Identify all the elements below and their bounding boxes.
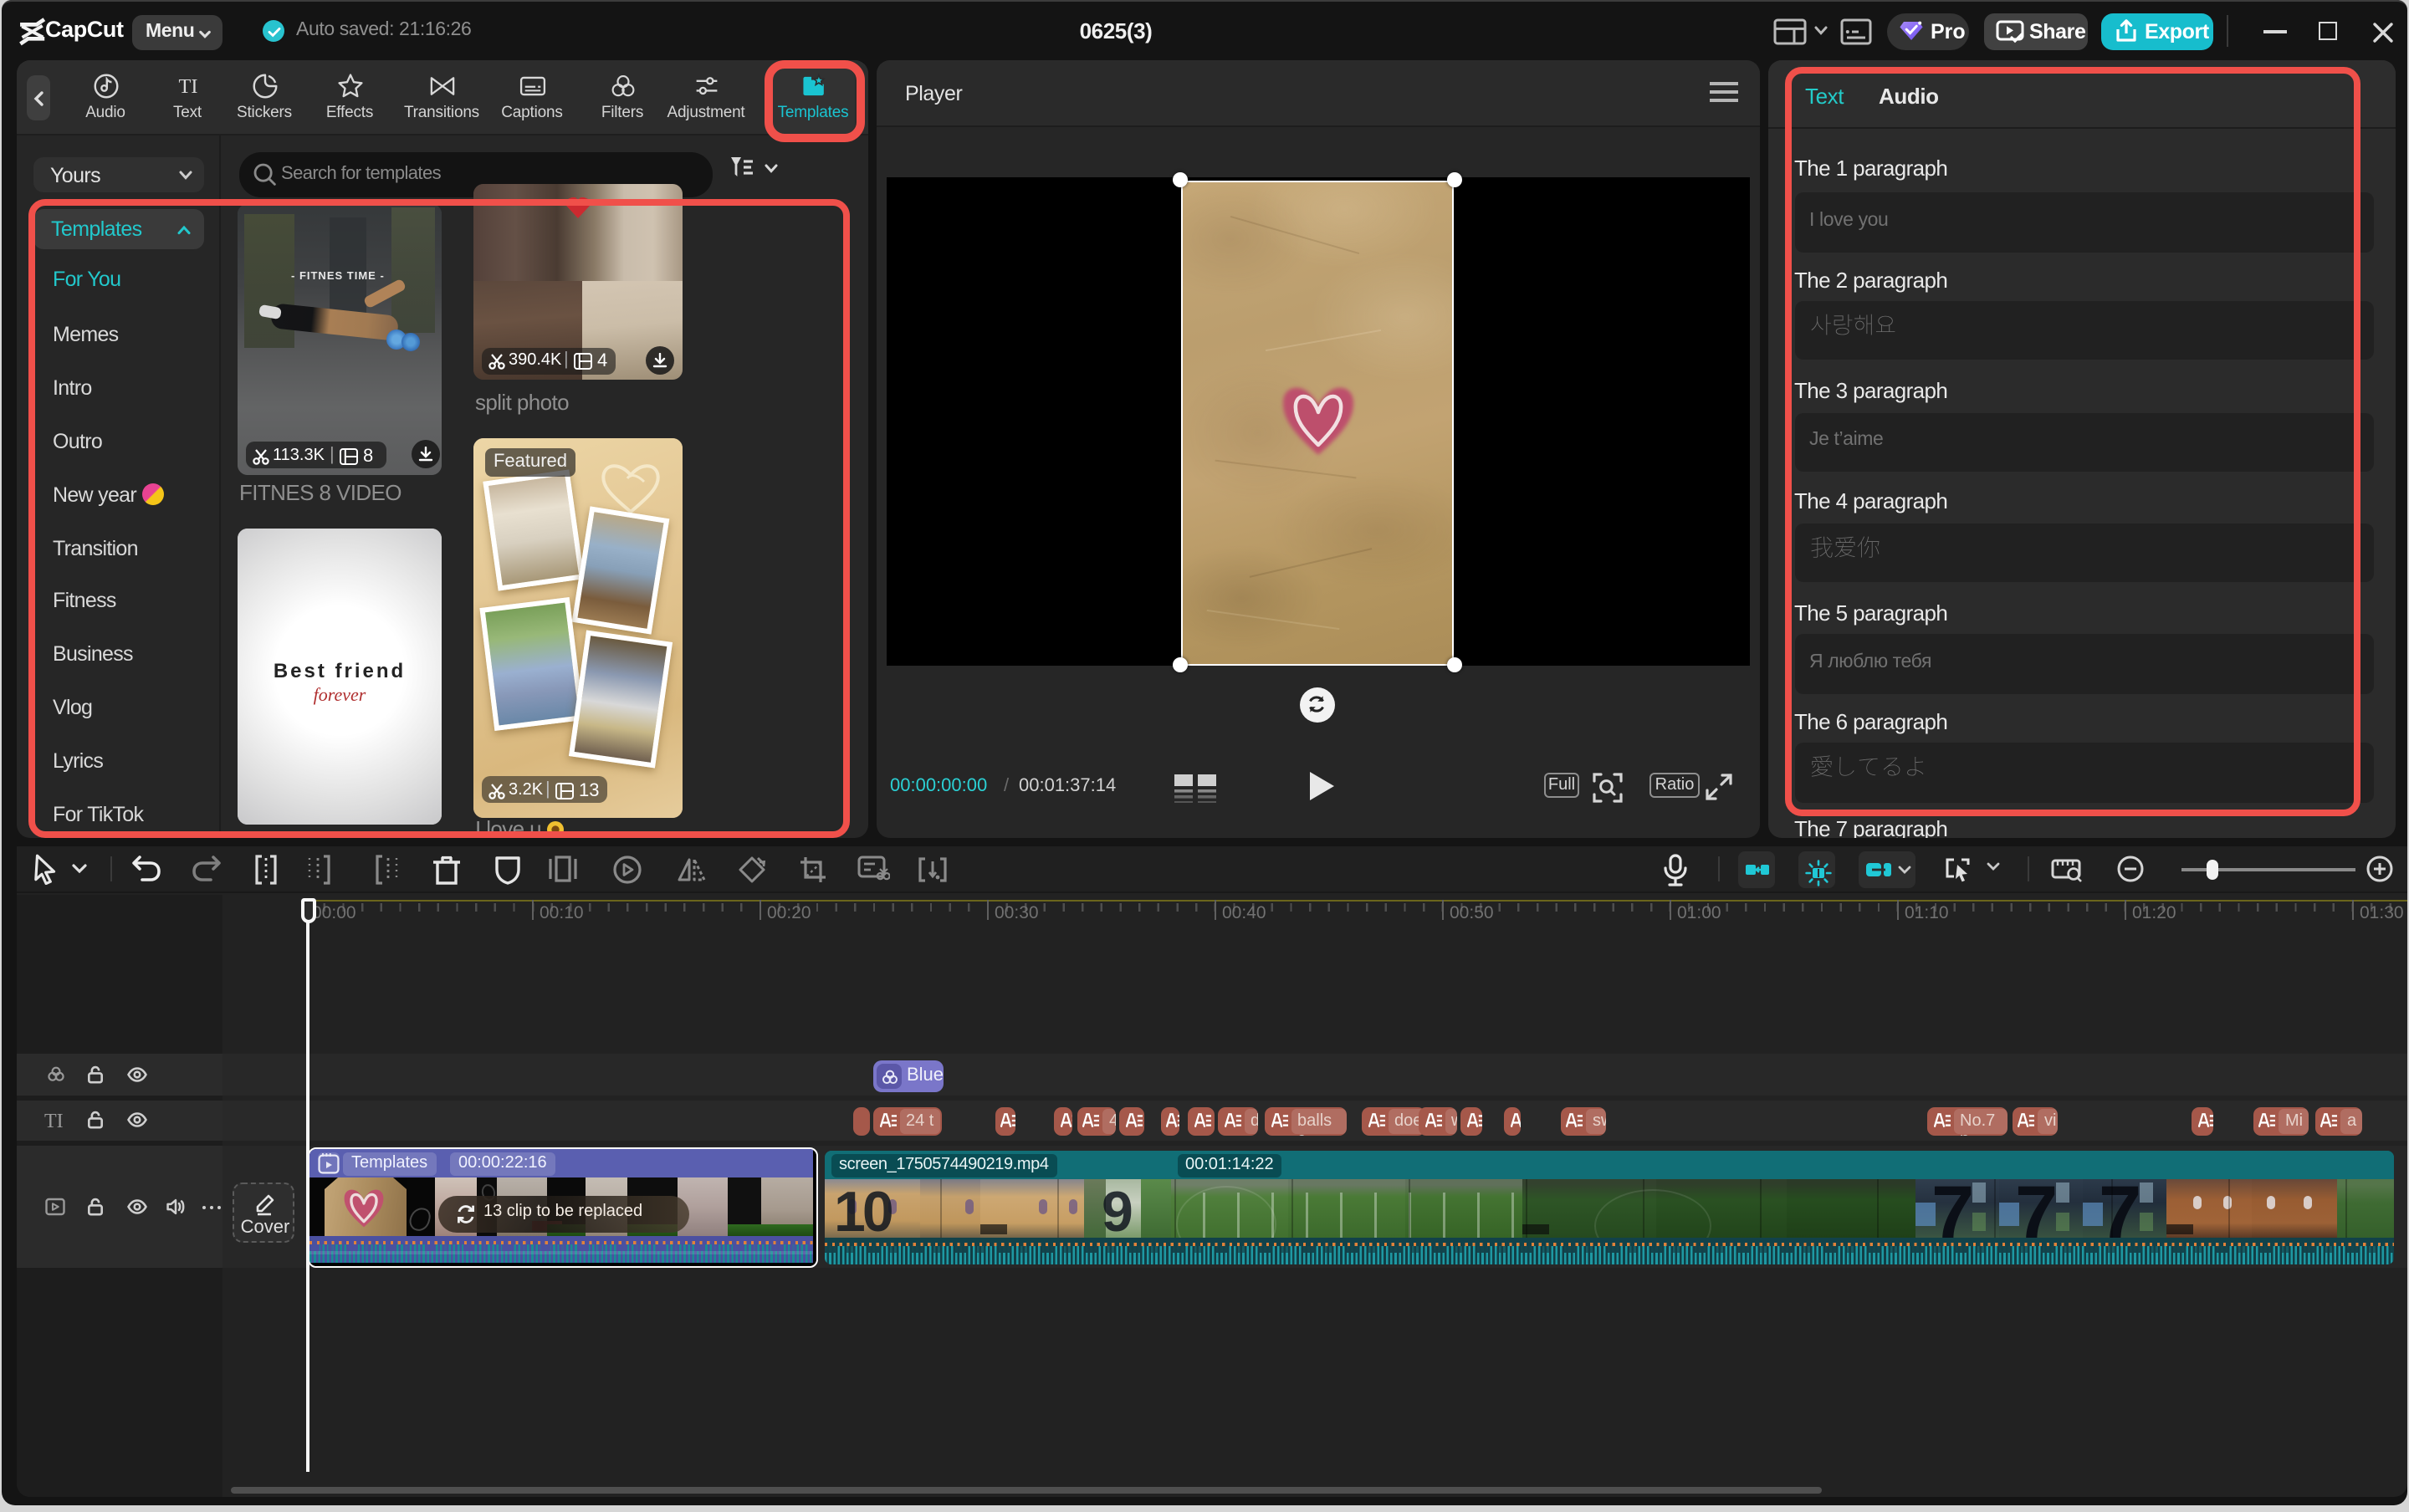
svg-text:TI: TI [178, 75, 197, 98]
